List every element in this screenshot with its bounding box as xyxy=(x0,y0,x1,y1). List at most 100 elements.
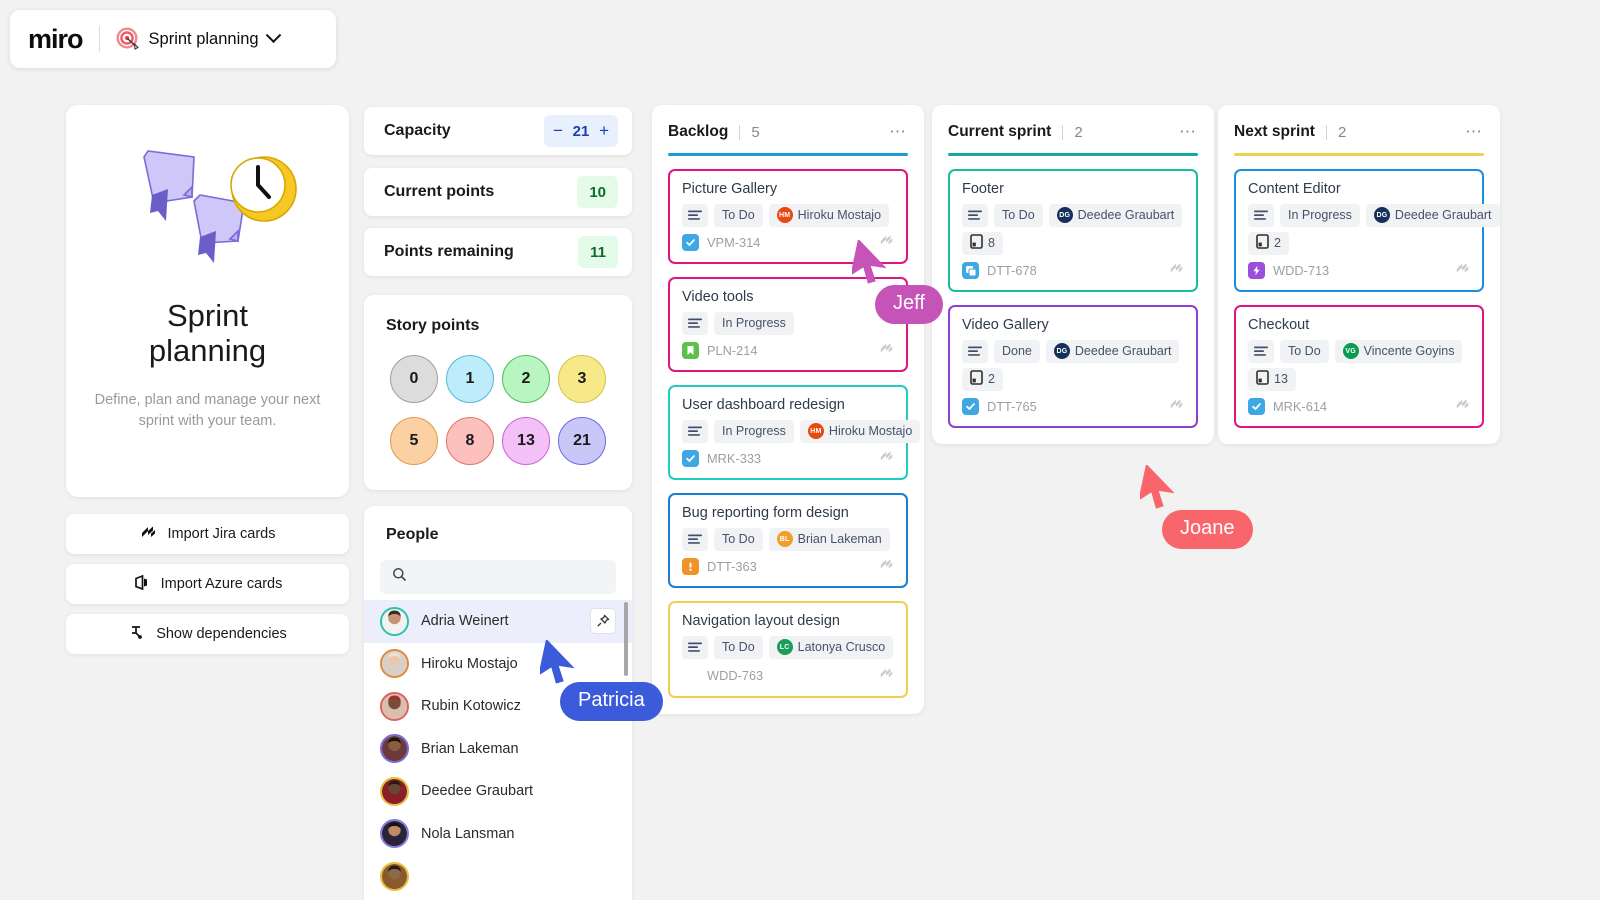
more-options-icon[interactable]: ⋯ xyxy=(1179,123,1198,140)
capacity-increment-button[interactable]: + xyxy=(599,121,609,141)
status-badge: In Progress xyxy=(1280,203,1360,227)
story-points-value: 13 xyxy=(1274,372,1288,386)
card-footer: WDD-763 xyxy=(682,665,894,687)
assignee-name: Deedee Graubart xyxy=(1074,344,1172,358)
import-azure-cards-button[interactable]: Import Azure cards xyxy=(66,564,349,604)
capacity-decrement-button[interactable]: − xyxy=(553,121,563,141)
description-lines-icon xyxy=(682,635,708,659)
card-meta-row: To Do BL Brian Lakeman xyxy=(682,527,894,551)
capacity-value: 21 xyxy=(572,122,590,140)
avatar: VG xyxy=(1342,343,1359,359)
avatar xyxy=(380,734,409,764)
jira-icon xyxy=(879,666,894,686)
column-title-divider xyxy=(1062,124,1064,140)
card-points-row: 8 xyxy=(962,231,1184,255)
card-key: DTT-678 xyxy=(987,263,1037,278)
story-point-0[interactable]: 0 xyxy=(390,355,438,403)
description-lines-icon xyxy=(682,203,708,227)
card-key: DTT-363 xyxy=(707,559,757,574)
column-accent-rule xyxy=(948,153,1198,156)
story-points-badge: 8 xyxy=(962,231,1003,255)
person-list-item[interactable]: Hiroku Mostajo xyxy=(364,643,632,686)
jira-card[interactable]: Footer To Do DG Deedee Graubart 8 DTT-678 xyxy=(948,168,1198,292)
board-name: Sprint planning xyxy=(148,29,259,48)
cursor-pointer-icon xyxy=(1138,463,1175,509)
chevron-down-icon[interactable] xyxy=(265,26,281,43)
assignee-name: Brian Lakeman xyxy=(797,532,882,546)
jira-card[interactable]: Video Gallery Done DG Deedee Graubart 2 DTT-7… xyxy=(948,304,1198,428)
more-options-icon[interactable]: ⋯ xyxy=(889,123,908,140)
jira-card[interactable]: Content Editor In Progress DG Deedee Grauba… xyxy=(1234,168,1500,292)
person-name: Hiroku Mostajo xyxy=(421,655,518,672)
avatar: DG xyxy=(1056,207,1073,223)
card-key: WDD-713 xyxy=(1273,263,1330,278)
assignee-badge: DG Deedee Graubart xyxy=(1365,203,1500,227)
person-list-item[interactable]: Adria Weinert xyxy=(364,600,632,643)
description-lines-icon xyxy=(1248,203,1274,227)
person-list-item[interactable] xyxy=(364,855,632,898)
import-jira-cards-button[interactable]: Import Jira cards xyxy=(66,514,349,554)
jira-icon xyxy=(140,524,157,545)
jira-card[interactable]: Navigation layout design To Do LC Latonya C… xyxy=(668,600,908,698)
status-badge: To Do xyxy=(714,635,763,659)
story-point-13[interactable]: 13 xyxy=(502,417,550,465)
story-point-2[interactable]: 2 xyxy=(502,355,550,403)
column-count: 2 xyxy=(1074,123,1083,141)
column-header: Backlog 5 ⋯ xyxy=(668,123,908,141)
task-check-icon xyxy=(682,450,699,467)
description-lines-icon xyxy=(962,203,988,227)
story-point-3[interactable]: 3 xyxy=(558,355,606,403)
jira-card[interactable]: Bug reporting form design To Do BL Brian La… xyxy=(668,492,908,588)
avatar: BL xyxy=(776,531,793,547)
assignee-badge: HM Hiroku Mostajo xyxy=(799,419,921,443)
description-lines-icon xyxy=(682,527,708,551)
app-header: miro Sprint planning xyxy=(10,10,336,68)
story-point-21[interactable]: 21 xyxy=(558,417,606,465)
intro-title-line1: Sprint xyxy=(167,298,248,333)
people-title: People xyxy=(386,526,439,543)
current-points-row: Current points 10 xyxy=(364,168,632,216)
card-title: User dashboard redesign xyxy=(682,396,845,413)
card-key: MRK-614 xyxy=(1273,399,1328,414)
card-points-row: 13 xyxy=(1248,367,1470,391)
column-accent-rule xyxy=(668,153,908,156)
priority-alert-icon xyxy=(682,558,699,575)
board-selector[interactable]: Sprint planning xyxy=(116,26,281,51)
avatar: HM xyxy=(776,207,793,223)
card-key: MRK-333 xyxy=(707,451,762,466)
story-point-5[interactable]: 5 xyxy=(390,417,438,465)
card-meta-row: To Do DG Deedee Graubart xyxy=(962,203,1184,227)
capacity-stepper[interactable]: − 21 + xyxy=(544,115,618,147)
card-footer: MRK-333 xyxy=(682,449,894,469)
collaborator-cursor xyxy=(1138,463,1184,516)
column-current-sprint: Current sprint 2 ⋯ Footer To Do DG Deedee Grau… xyxy=(932,105,1214,444)
column-title: Current sprint xyxy=(948,123,1052,140)
people-search-input[interactable] xyxy=(415,569,604,585)
jira-card[interactable]: User dashboard redesign In Progress HM Hiro… xyxy=(668,384,921,480)
import-azure-cards-label: Import Azure cards xyxy=(160,576,283,592)
people-search[interactable] xyxy=(380,560,616,594)
collaborator-cursor xyxy=(850,238,896,291)
capacity-label: Capacity xyxy=(384,122,451,139)
task-check-icon xyxy=(1248,398,1265,415)
card-meta-row: To Do HM Hiroku Mostajo xyxy=(682,203,894,227)
person-list-item[interactable]: Deedee Graubart xyxy=(364,770,632,813)
story-points-grid: 0 1 2 3 5 8 13 21 xyxy=(386,355,610,465)
assignee-badge: VG Vincente Goyins xyxy=(1334,339,1463,363)
jira-icon xyxy=(879,341,894,361)
jira-icon xyxy=(1169,397,1184,417)
story-point-8[interactable]: 8 xyxy=(446,417,494,465)
pin-icon[interactable] xyxy=(590,608,616,635)
people-scrollbar[interactable] xyxy=(624,602,628,676)
more-options-icon[interactable]: ⋯ xyxy=(1465,123,1484,140)
show-dependencies-button[interactable]: Show dependencies xyxy=(66,614,349,654)
person-list-item[interactable]: Nola Lansman xyxy=(364,813,632,856)
story-point-1[interactable]: 1 xyxy=(446,355,494,403)
status-badge: In Progress xyxy=(714,311,794,335)
card-meta-row: To Do LC Latonya Crusco xyxy=(682,635,894,659)
jira-card[interactable]: Checkout To Do VG Vincente Goyins 13 MRK-614 xyxy=(1234,304,1484,428)
epic-bolt-icon xyxy=(1248,262,1265,279)
person-list-item[interactable]: Brian Lakeman xyxy=(364,728,632,771)
intro-title-line2: planning xyxy=(148,332,267,368)
card-meta-row: In Progress DG Deedee Graubart xyxy=(1248,203,1500,227)
